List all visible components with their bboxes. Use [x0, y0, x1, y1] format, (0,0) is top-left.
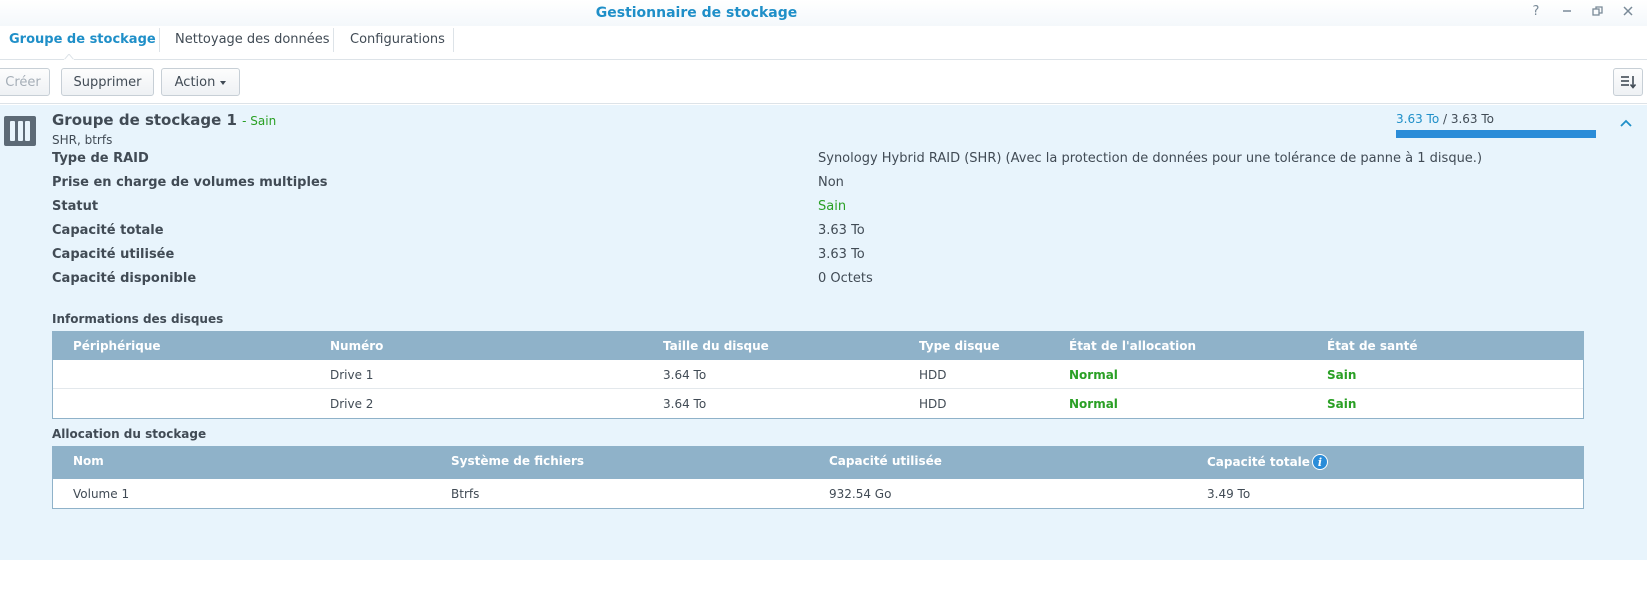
chevron-up-icon[interactable] — [1618, 115, 1634, 131]
column-header[interactable]: Capacité totale i — [1207, 454, 1328, 470]
storage-pool-icon — [4, 116, 36, 146]
table-row[interactable]: Volume 1 Btrfs 932.54 Go 3.49 To — [53, 479, 1583, 508]
disk-type: HDD — [919, 368, 947, 382]
tab-configurations[interactable]: Configurations — [350, 26, 445, 60]
tab-divider — [453, 28, 454, 52]
pool-capacity-total: 3.63 To — [1450, 112, 1495, 126]
table-row[interactable]: Drive 1 3.64 To HDD Normal Sain — [53, 360, 1583, 389]
info-icon[interactable]: i — [1311, 454, 1328, 470]
table-header: Périphérique Numéro Taille du disque Typ… — [53, 332, 1583, 360]
window-title: Gestionnaire de stockage — [595, 5, 798, 21]
table-row[interactable]: Drive 2 3.64 To HDD Normal Sain — [53, 389, 1583, 418]
allocation-table: Nom Système de fichiers Capacité utilisé… — [52, 446, 1584, 509]
prop-label-used-capacity: Capacité utilisée — [52, 247, 175, 262]
sort-button[interactable] — [1613, 68, 1643, 96]
column-header[interactable]: Type disque — [919, 339, 1000, 353]
column-header[interactable]: Taille du disque — [663, 339, 769, 353]
prop-label-multiple-volumes: Prise en charge de volumes multiples — [52, 175, 328, 190]
capacity-progress-bar — [1396, 130, 1596, 138]
disk-health-status: Sain — [1327, 397, 1357, 411]
delete-button[interactable]: Supprimer — [61, 68, 154, 96]
volume-total-capacity: 3.49 To — [1207, 487, 1251, 501]
prop-label-available-capacity: Capacité disponible — [52, 271, 197, 286]
help-icon[interactable]: ? — [1528, 3, 1544, 19]
column-header[interactable]: État de l'allocation — [1069, 339, 1196, 353]
column-header[interactable]: Nom — [73, 454, 104, 468]
column-header[interactable]: État de santé — [1327, 339, 1418, 353]
sort-list-icon — [1621, 76, 1636, 89]
disk-size: 3.64 To — [663, 368, 707, 382]
capacity-progress-fill — [1396, 130, 1596, 138]
pool-capacity-summary: 3.63 To / 3.63 To — [1396, 112, 1494, 126]
disks-section-title: Informations des disques — [52, 312, 224, 326]
pool-capacity-used: 3.63 To — [1396, 112, 1440, 126]
tab-storage-pool[interactable]: Groupe de stockage — [9, 26, 156, 60]
disk-number: Drive 2 — [330, 397, 374, 411]
pool-capacity-separator: / — [1439, 112, 1451, 126]
prop-value-available-capacity: 0 Octets — [818, 271, 873, 286]
pool-status: - Sain — [242, 114, 277, 128]
disk-health-status: Sain — [1327, 368, 1357, 382]
prop-label-total-capacity: Capacité totale — [52, 223, 164, 238]
pool-title: Groupe de stockage 1 - Sain — [52, 111, 276, 129]
tab-data-scrubbing[interactable]: Nettoyage des données — [175, 26, 330, 60]
action-button-label: Action — [174, 74, 216, 90]
disks-table: Périphérique Numéro Taille du disque Typ… — [52, 331, 1584, 419]
column-header[interactable]: Capacité utilisée — [829, 454, 942, 468]
disk-type: HDD — [919, 397, 947, 411]
prop-value-status: Sain — [818, 199, 847, 214]
column-header[interactable]: Système de fichiers — [451, 454, 584, 468]
pool-subtitle: SHR, btrfs — [52, 133, 113, 147]
allocation-section-title: Allocation du stockage — [52, 427, 207, 441]
action-dropdown-button[interactable]: Action — [161, 68, 240, 96]
prop-value-used-capacity: 3.63 To — [818, 247, 865, 262]
column-header-label: Capacité totale — [1207, 455, 1310, 469]
title-bar: Gestionnaire de stockage ? — [0, 0, 1647, 26]
table-header: Nom Système de fichiers Capacité utilisé… — [53, 447, 1583, 479]
create-button[interactable]: Créer — [0, 68, 50, 96]
caret-down-icon — [220, 81, 227, 85]
minimize-icon[interactable] — [1559, 3, 1575, 19]
prop-value-total-capacity: 3.63 To — [818, 223, 865, 238]
tab-divider — [333, 28, 334, 52]
disk-allocation-status: Normal — [1069, 397, 1118, 411]
close-icon[interactable] — [1620, 3, 1636, 19]
toolbar: Créer Supprimer Action — [0, 60, 1647, 104]
pool-name: Groupe de stockage 1 — [52, 111, 237, 129]
column-header[interactable]: Numéro — [330, 339, 383, 353]
tab-divider — [159, 28, 160, 52]
disk-number: Drive 1 — [330, 368, 374, 382]
volume-name: Volume 1 — [73, 487, 130, 501]
prop-value-multiple-volumes: Non — [818, 175, 844, 190]
prop-label-status: Statut — [52, 199, 99, 214]
disk-allocation-status: Normal — [1069, 368, 1118, 382]
disk-size: 3.64 To — [663, 397, 707, 411]
volume-used-capacity: 932.54 Go — [829, 487, 892, 501]
prop-label-raid-type: Type de RAID — [52, 151, 149, 166]
column-header[interactable]: Périphérique — [73, 339, 161, 353]
tab-bar: Groupe de stockage Nettoyage des données… — [0, 26, 1647, 60]
prop-value-raid-type: Synology Hybrid RAID (SHR) (Avec la prot… — [818, 151, 1483, 166]
volume-filesystem: Btrfs — [451, 487, 480, 501]
storage-pool-panel[interactable]: Groupe de stockage 1 - Sain SHR, btrfs 3… — [0, 105, 1647, 560]
restore-icon[interactable] — [1589, 3, 1605, 19]
